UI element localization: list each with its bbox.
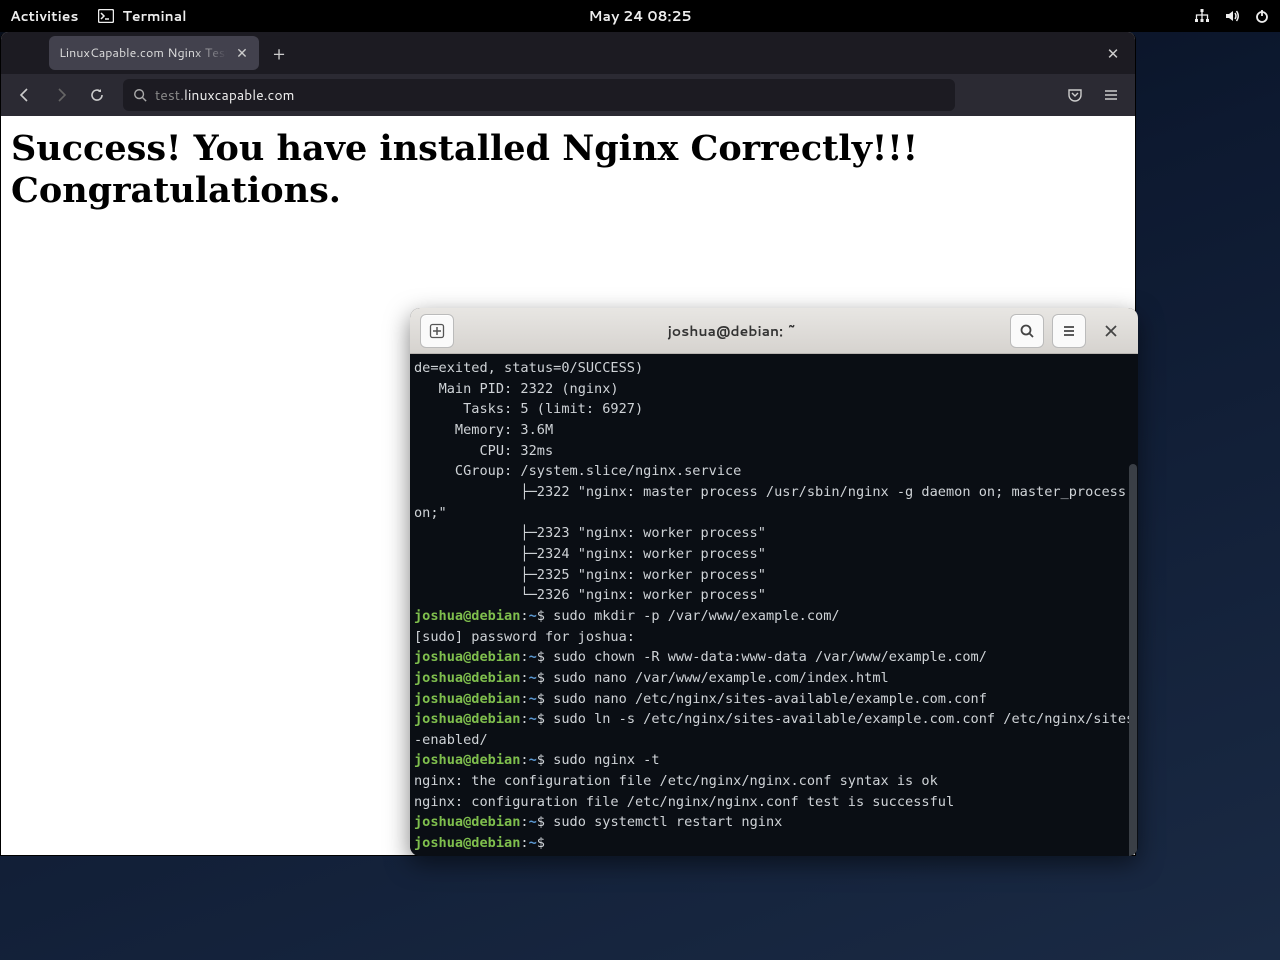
network-icon[interactable] [1194, 8, 1210, 24]
active-app-indicator[interactable]: Terminal [98, 6, 186, 26]
active-app-name: Terminal [122, 6, 186, 26]
terminal-window: joshua@debian: ~ de=exited, status=0/SUC… [410, 308, 1138, 856]
terminal-new-tab-button[interactable] [420, 314, 454, 348]
scrollbar-thumb[interactable] [1129, 464, 1137, 856]
power-icon[interactable] [1254, 8, 1270, 24]
back-button[interactable] [9, 79, 41, 111]
tab-close-button[interactable]: ✕ [233, 44, 251, 62]
url-bar[interactable]: test.linuxcapable.com [123, 79, 955, 111]
volume-icon[interactable] [1224, 8, 1240, 24]
terminal-title: joshua@debian: ~ [462, 321, 1002, 341]
terminal-menu-button[interactable] [1052, 314, 1086, 348]
gnome-top-bar: Activities Terminal May 24 08:25 [0, 0, 1280, 32]
firefox-tab-bar: LinuxCapable.com Nginx Test ✕ + ✕ [1, 32, 1135, 74]
terminal-close-button[interactable] [1094, 314, 1128, 348]
url-text: test.linuxcapable.com [155, 85, 295, 105]
tab-title: LinuxCapable.com Nginx Test [59, 44, 227, 62]
reload-button[interactable] [81, 79, 113, 111]
pocket-button[interactable] [1059, 79, 1091, 111]
page-heading: Success! You have installed Nginx Correc… [11, 128, 1125, 212]
firefox-toolbar: test.linuxcapable.com [1, 74, 1135, 116]
terminal-search-button[interactable] [1010, 314, 1044, 348]
search-icon [133, 88, 147, 102]
window-close-button[interactable]: ✕ [1099, 39, 1127, 67]
forward-button[interactable] [45, 79, 77, 111]
new-tab-button[interactable]: + [265, 39, 293, 67]
clock[interactable]: May 24 08:25 [589, 6, 692, 26]
terminal-app-icon [98, 9, 114, 23]
app-menu-button[interactable] [1095, 79, 1127, 111]
terminal-output[interactable]: de=exited, status=0/SUCCESS) Main PID: 2… [410, 354, 1138, 856]
activities-button[interactable]: Activities [10, 6, 78, 26]
terminal-header: joshua@debian: ~ [410, 308, 1138, 354]
browser-tab[interactable]: LinuxCapable.com Nginx Test ✕ [49, 36, 259, 70]
